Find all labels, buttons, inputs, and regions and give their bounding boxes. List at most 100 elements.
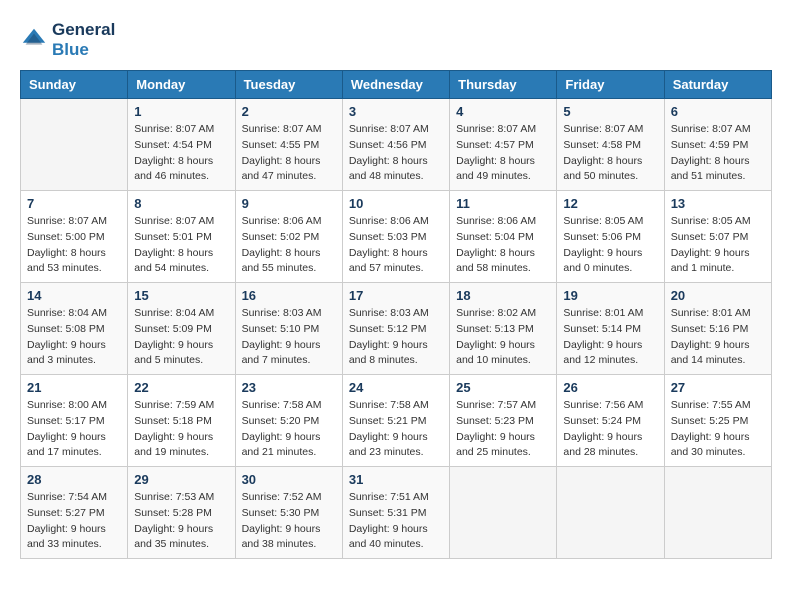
day-info: Sunrise: 8:07 AMSunset: 4:59 PMDaylight:… [671, 122, 765, 185]
calendar-cell [21, 99, 128, 191]
day-number: 9 [242, 196, 336, 211]
calendar-cell [664, 467, 771, 559]
calendar-cell: 25 Sunrise: 7:57 AMSunset: 5:23 PMDayligh… [450, 375, 557, 467]
calendar-cell: 6 Sunrise: 8:07 AMSunset: 4:59 PMDaylight… [664, 99, 771, 191]
day-number: 1 [134, 104, 228, 119]
day-info: Sunrise: 7:52 AMSunset: 5:30 PMDaylight:… [242, 490, 336, 553]
weekday-header-monday: Monday [128, 71, 235, 99]
calendar-cell: 4Sunrise: 8:07 AMSunset: 4:57 PMDaylight… [450, 99, 557, 191]
calendar-cell: 7Sunrise: 8:07 AMSunset: 5:00 PMDaylight… [21, 191, 128, 283]
day-number: 10 [349, 196, 443, 211]
day-number: 11 [456, 196, 550, 211]
calendar-cell: 19 Sunrise: 8:01 AMSunset: 5:14 PMDayligh… [557, 283, 664, 375]
day-number: 17 [349, 288, 443, 303]
day-info: Sunrise: 8:04 AMSunset: 5:08 PMDaylight:… [27, 306, 121, 369]
day-info: Sunrise: 8:06 AMSunset: 5:02 PMDaylight:… [242, 214, 336, 277]
day-info: Sunrise: 8:06 AMSunset: 5:03 PMDaylight:… [349, 214, 443, 277]
day-info: Sunrise: 8:01 AMSunset: 5:16 PMDaylight:… [671, 306, 765, 369]
day-info: Sunrise: 7:55 AMSunset: 5:25 PMDaylight:… [671, 398, 765, 461]
page-header: General Blue [20, 20, 772, 60]
day-number: 20 [671, 288, 765, 303]
day-info: Sunrise: 8:07 AMSunset: 4:58 PMDaylight:… [563, 122, 657, 185]
day-number: 23 [242, 380, 336, 395]
calendar-cell: 18Sunrise: 8:02 AMSunset: 5:13 PMDayligh… [450, 283, 557, 375]
calendar-week-row: 21 Sunrise: 8:00 AMSunset: 5:17 PMDayligh… [21, 375, 772, 467]
day-number: 19 [563, 288, 657, 303]
calendar-cell: 1 Sunrise: 8:07 AMSunset: 4:54 PMDaylight… [128, 99, 235, 191]
day-number: 6 [671, 104, 765, 119]
calendar-cell: 20 Sunrise: 8:01 AMSunset: 5:16 PMDayligh… [664, 283, 771, 375]
calendar-cell [450, 467, 557, 559]
day-number: 26 [563, 380, 657, 395]
calendar-week-row: 28 Sunrise: 7:54 AMSunset: 5:27 PMDayligh… [21, 467, 772, 559]
calendar-cell: 23 Sunrise: 7:58 AMSunset: 5:20 PMDayligh… [235, 375, 342, 467]
day-number: 15 [134, 288, 228, 303]
day-number: 2 [242, 104, 336, 119]
day-number: 27 [671, 380, 765, 395]
day-info: Sunrise: 7:58 AMSunset: 5:20 PMDaylight:… [242, 398, 336, 461]
calendar-cell: 26 Sunrise: 7:56 AMSunset: 5:24 PMDayligh… [557, 375, 664, 467]
calendar-header-row: SundayMondayTuesdayWednesdayThursdayFrid… [21, 71, 772, 99]
day-number: 24 [349, 380, 443, 395]
calendar-week-row: 7Sunrise: 8:07 AMSunset: 5:00 PMDaylight… [21, 191, 772, 283]
weekday-header-friday: Friday [557, 71, 664, 99]
weekday-header-wednesday: Wednesday [342, 71, 449, 99]
day-info: Sunrise: 7:59 AMSunset: 5:18 PMDaylight:… [134, 398, 228, 461]
day-info: Sunrise: 8:07 AMSunset: 4:55 PMDaylight:… [242, 122, 336, 185]
day-info: Sunrise: 8:06 AMSunset: 5:04 PMDaylight:… [456, 214, 550, 277]
logo-text: General Blue [52, 20, 115, 60]
day-info: Sunrise: 8:02 AMSunset: 5:13 PMDaylight:… [456, 306, 550, 369]
calendar-body: 1 Sunrise: 8:07 AMSunset: 4:54 PMDaylight… [21, 99, 772, 559]
weekday-header-sunday: Sunday [21, 71, 128, 99]
day-info: Sunrise: 8:07 AMSunset: 4:54 PMDaylight:… [134, 122, 228, 185]
weekday-header-thursday: Thursday [450, 71, 557, 99]
day-info: Sunrise: 7:54 AMSunset: 5:27 PMDaylight:… [27, 490, 121, 553]
day-number: 12 [563, 196, 657, 211]
day-number: 29 [134, 472, 228, 487]
calendar-cell: 5Sunrise: 8:07 AMSunset: 4:58 PMDaylight… [557, 99, 664, 191]
calendar-table: SundayMondayTuesdayWednesdayThursdayFrid… [20, 70, 772, 559]
logo: General Blue [20, 20, 115, 60]
day-number: 25 [456, 380, 550, 395]
day-info: Sunrise: 8:03 AMSunset: 5:10 PMDaylight:… [242, 306, 336, 369]
day-number: 21 [27, 380, 121, 395]
day-info: Sunrise: 8:07 AMSunset: 4:56 PMDaylight:… [349, 122, 443, 185]
day-number: 14 [27, 288, 121, 303]
calendar-cell: 10 Sunrise: 8:06 AMSunset: 5:03 PMDayligh… [342, 191, 449, 283]
day-number: 7 [27, 196, 121, 211]
calendar-cell: 14 Sunrise: 8:04 AMSunset: 5:08 PMDayligh… [21, 283, 128, 375]
day-info: Sunrise: 8:05 AMSunset: 5:07 PMDaylight:… [671, 214, 765, 277]
day-info: Sunrise: 8:01 AMSunset: 5:14 PMDaylight:… [563, 306, 657, 369]
calendar-week-row: 14 Sunrise: 8:04 AMSunset: 5:08 PMDayligh… [21, 283, 772, 375]
day-info: Sunrise: 8:03 AMSunset: 5:12 PMDaylight:… [349, 306, 443, 369]
calendar-cell: 11 Sunrise: 8:06 AMSunset: 5:04 PMDayligh… [450, 191, 557, 283]
day-info: Sunrise: 7:51 AMSunset: 5:31 PMDaylight:… [349, 490, 443, 553]
day-number: 16 [242, 288, 336, 303]
logo-icon [20, 26, 48, 54]
calendar-cell: 22 Sunrise: 7:59 AMSunset: 5:18 PMDayligh… [128, 375, 235, 467]
calendar-cell: 17 Sunrise: 8:03 AMSunset: 5:12 PMDayligh… [342, 283, 449, 375]
calendar-cell: 31Sunrise: 7:51 AMSunset: 5:31 PMDayligh… [342, 467, 449, 559]
day-number: 30 [242, 472, 336, 487]
calendar-cell: 16 Sunrise: 8:03 AMSunset: 5:10 PMDayligh… [235, 283, 342, 375]
day-number: 28 [27, 472, 121, 487]
day-info: Sunrise: 7:56 AMSunset: 5:24 PMDaylight:… [563, 398, 657, 461]
day-info: Sunrise: 8:07 AMSunset: 5:01 PMDaylight:… [134, 214, 228, 277]
day-number: 22 [134, 380, 228, 395]
day-number: 8 [134, 196, 228, 211]
day-number: 4 [456, 104, 550, 119]
day-info: Sunrise: 7:57 AMSunset: 5:23 PMDaylight:… [456, 398, 550, 461]
calendar-cell [557, 467, 664, 559]
calendar-cell: 15Sunrise: 8:04 AMSunset: 5:09 PMDayligh… [128, 283, 235, 375]
day-info: Sunrise: 8:00 AMSunset: 5:17 PMDaylight:… [27, 398, 121, 461]
day-number: 13 [671, 196, 765, 211]
calendar-cell: 12 Sunrise: 8:05 AMSunset: 5:06 PMDayligh… [557, 191, 664, 283]
calendar-cell: 2 Sunrise: 8:07 AMSunset: 4:55 PMDaylight… [235, 99, 342, 191]
calendar-cell: 9 Sunrise: 8:06 AMSunset: 5:02 PMDaylight… [235, 191, 342, 283]
calendar-cell: 27 Sunrise: 7:55 AMSunset: 5:25 PMDayligh… [664, 375, 771, 467]
weekday-header-saturday: Saturday [664, 71, 771, 99]
weekday-header-tuesday: Tuesday [235, 71, 342, 99]
calendar-cell: 21 Sunrise: 8:00 AMSunset: 5:17 PMDayligh… [21, 375, 128, 467]
day-info: Sunrise: 8:05 AMSunset: 5:06 PMDaylight:… [563, 214, 657, 277]
day-info: Sunrise: 7:58 AMSunset: 5:21 PMDaylight:… [349, 398, 443, 461]
